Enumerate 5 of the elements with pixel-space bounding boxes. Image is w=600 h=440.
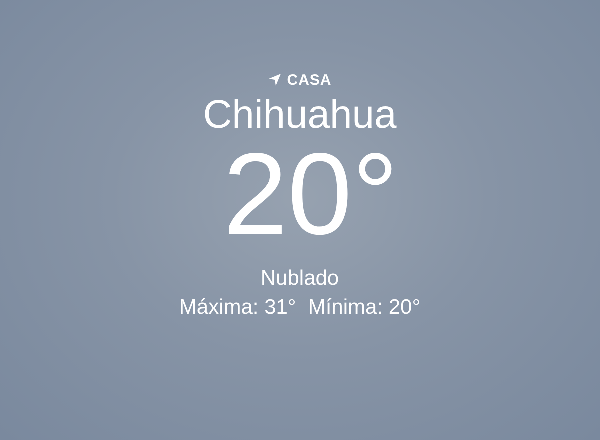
location-label: CASA [287,72,332,88]
temperature-range-text: Mínima: 20° [308,295,421,321]
weather-condition: Nublado [260,266,340,292]
temperature-range-text: Máxima: 31° [179,295,296,321]
location-arrow-icon [268,73,282,87]
